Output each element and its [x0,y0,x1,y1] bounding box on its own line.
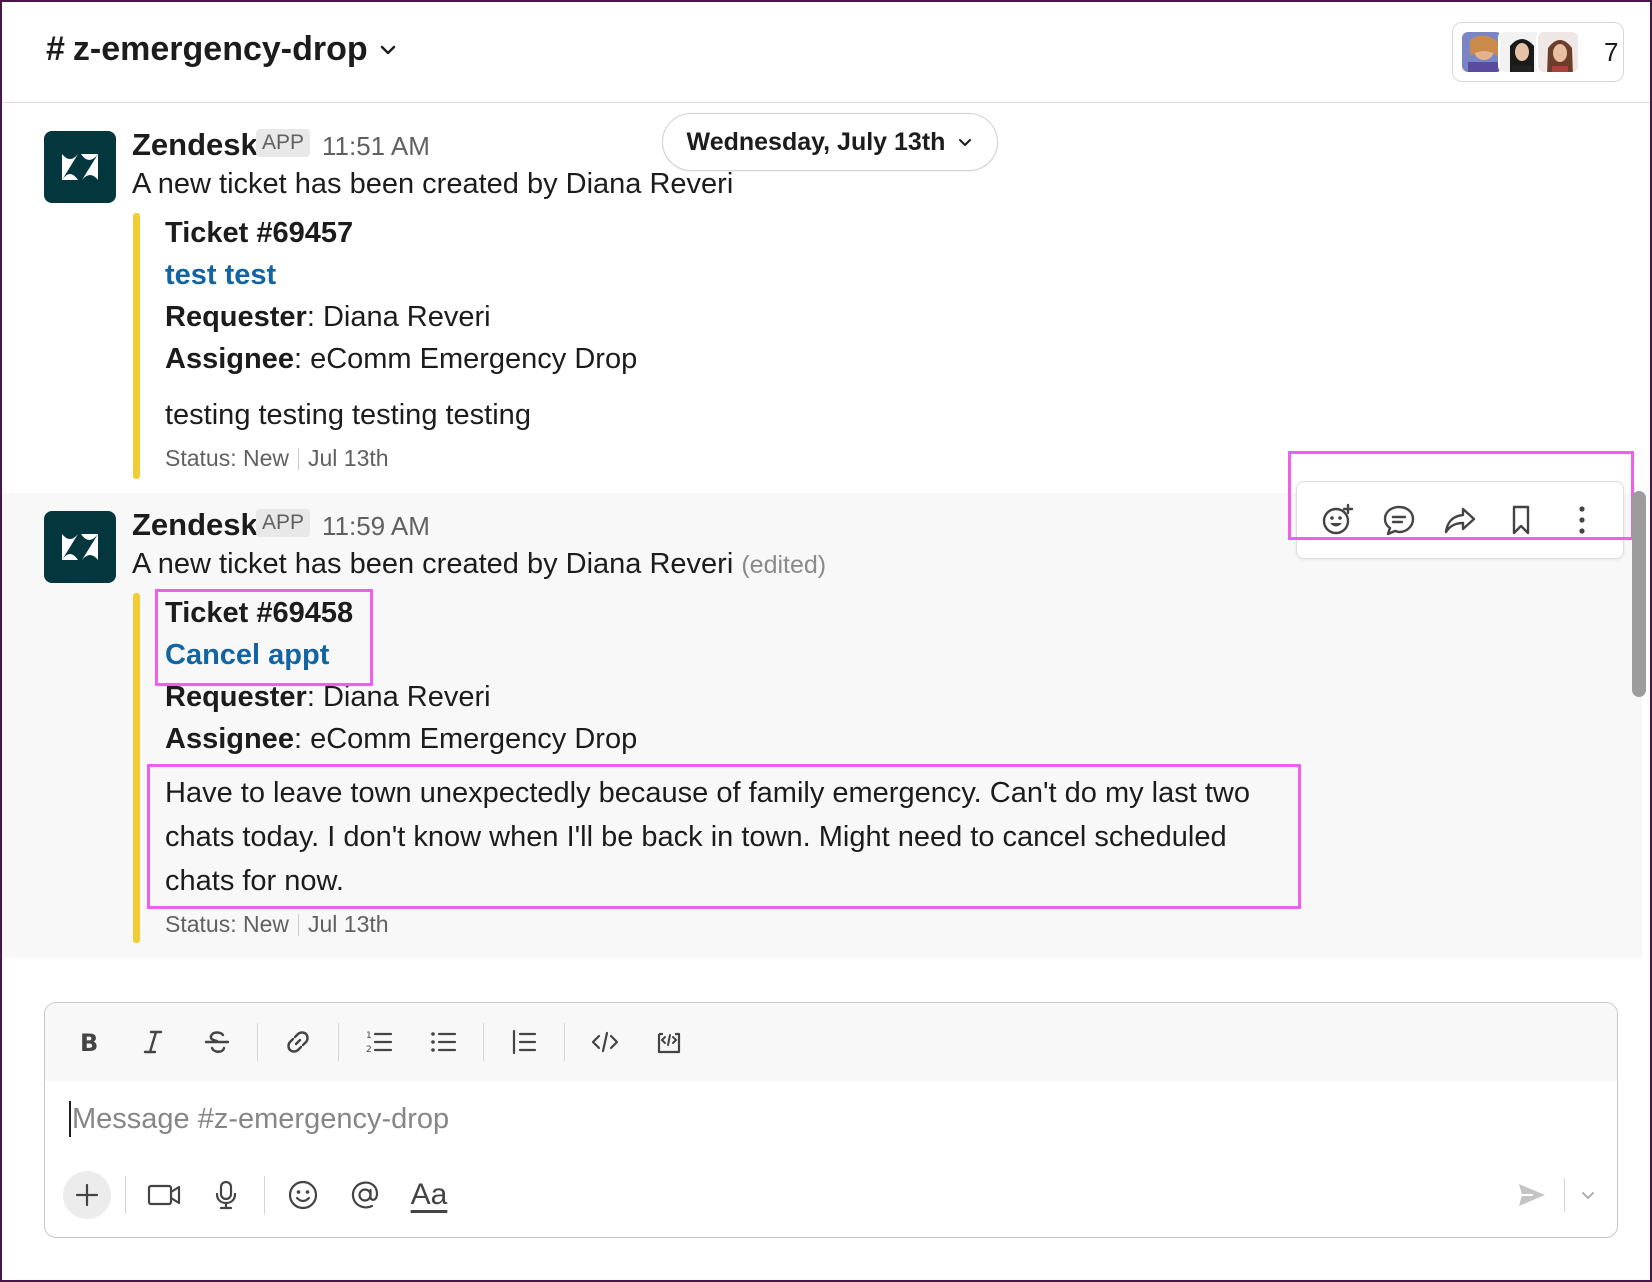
ticket-status: Status: New Jul 13th [165,911,389,938]
microphone-icon[interactable] [202,1171,250,1219]
zendesk-logo-icon[interactable] [44,131,116,203]
send-group [1508,1171,1603,1219]
message-timestamp[interactable]: 11:59 AM [322,511,430,542]
ticket-description: Have to leave town unexpectedly because … [165,777,1250,897]
assignee-value: : eComm Emergency Drop [293,343,638,375]
svg-text:B: B [80,1029,98,1056]
message-actions-toolbar [1296,481,1624,559]
composer-actions: Aa [45,1163,1617,1227]
chevron-down-icon [378,40,398,60]
assignee-label: Assignee [165,343,294,375]
channel-header: # z-emergency-drop 7 [2,2,1650,103]
zendesk-logo-icon[interactable] [44,511,116,583]
send-icon[interactable] [1508,1171,1556,1219]
channel-members-button[interactable]: 7 [1452,22,1624,82]
edited-label: (edited) [741,551,827,579]
ordered-list-icon[interactable]: 12 [355,1018,403,1066]
toolbar-divider [1564,1178,1565,1212]
ticket-status: Status: New Jul 13th [165,445,389,472]
divider [298,913,299,936]
attachment-bar [133,213,140,479]
message-timestamp[interactable]: 11:51 AM [322,131,430,162]
share-icon[interactable] [1437,497,1483,543]
svg-text:1: 1 [366,1031,372,1041]
message-list: Zendesk APP 11:51 AM A new ticket has be… [2,103,1650,998]
scrollbar[interactable] [1632,491,1646,697]
sender-name[interactable]: Zendesk [132,127,258,163]
message: Zendesk APP 11:59 AM A new ticket has be… [2,493,1642,958]
toolbar-divider [338,1023,339,1061]
attachment-bar [133,593,140,943]
formatting-toolbar: B 12 [45,1003,1617,1081]
channel-hash: # [46,30,65,68]
channel-name: z-emergency-drop [72,30,368,68]
ticket-id: Ticket #69457 [165,217,354,249]
message-text: A new ticket has been created by Diana R… [132,168,734,200]
italic-icon[interactable] [129,1018,177,1066]
toolbar-divider [257,1023,258,1061]
add-attachment-icon[interactable] [63,1171,111,1219]
reply-thread-icon[interactable] [1376,497,1422,543]
code-icon[interactable] [581,1018,629,1066]
assignee-line: Assignee: eComm Emergency Drop [165,343,637,376]
message-composer: B 12 Message #z-emergency-drop Aa [44,1002,1618,1238]
text-formatting-label: Aa [410,1178,448,1211]
requester-line: Requester: Diana Reveri [165,681,491,714]
requester-line: Requester: Diana Reveri [165,301,491,334]
toolbar-divider [564,1023,565,1061]
toolbar-divider [483,1023,484,1061]
status-text: Status: New [165,911,289,937]
sender-name[interactable]: Zendesk [132,507,258,543]
text-caret [69,1101,71,1137]
date-divider-button[interactable]: Wednesday, July 13th [662,113,998,171]
channel-name-button[interactable]: # z-emergency-drop [46,30,398,69]
avatar [1536,30,1580,74]
requester-value: : Diana Reveri [306,301,491,333]
requester-label: Requester [165,681,307,713]
member-count: 7 [1604,36,1619,67]
requester-value: : Diana Reveri [306,681,491,713]
app-badge: APP [256,509,311,537]
message-input[interactable] [72,1102,1472,1136]
assignee-line: Assignee: eComm Emergency Drop [165,723,637,756]
text-formatting-button[interactable]: Aa [403,1171,455,1219]
ticket-date: Jul 13th [308,445,389,471]
date-divider-label: Wednesday, July 13th [686,127,946,156]
code-block-icon[interactable] [645,1018,693,1066]
slack-channel-window: # z-emergency-drop 7 Zendesk APP 11:51 A… [0,0,1652,1282]
mention-icon[interactable] [341,1171,389,1219]
svg-text:2: 2 [366,1045,372,1055]
bold-icon[interactable]: B [65,1018,113,1066]
more-actions-icon[interactable] [1559,497,1605,543]
ticket-description: testing testing testing testing [165,399,531,431]
assignee-value: : eComm Emergency Drop [293,723,638,755]
ticket-date: Jul 13th [308,911,389,937]
message-text: A new ticket has been created by Diana R… [132,548,826,581]
blockquote-icon[interactable] [500,1018,548,1066]
message-input-area [69,1091,1569,1147]
chevron-down-icon [957,134,973,150]
ticket-title-link[interactable]: test test [165,259,276,292]
assignee-label: Assignee [165,723,294,755]
bulleted-list-icon[interactable] [419,1018,467,1066]
app-badge: APP [256,129,311,157]
add-reaction-icon[interactable] [1315,497,1361,543]
divider [298,447,299,470]
chevron-down-icon[interactable] [1573,1171,1603,1219]
ticket-id: Ticket #69458 [165,597,354,629]
link-icon[interactable] [274,1018,322,1066]
message-intro: A new ticket has been created by Diana R… [132,548,734,580]
strikethrough-icon[interactable] [193,1018,241,1066]
toolbar-divider [125,1176,126,1214]
bookmark-icon[interactable] [1498,497,1544,543]
ticket-title-link[interactable]: Cancel appt [165,639,329,672]
toolbar-divider [264,1176,265,1214]
emoji-icon[interactable] [279,1171,327,1219]
status-text: Status: New [165,445,289,471]
video-clip-icon[interactable] [140,1171,188,1219]
requester-label: Requester [165,301,307,333]
